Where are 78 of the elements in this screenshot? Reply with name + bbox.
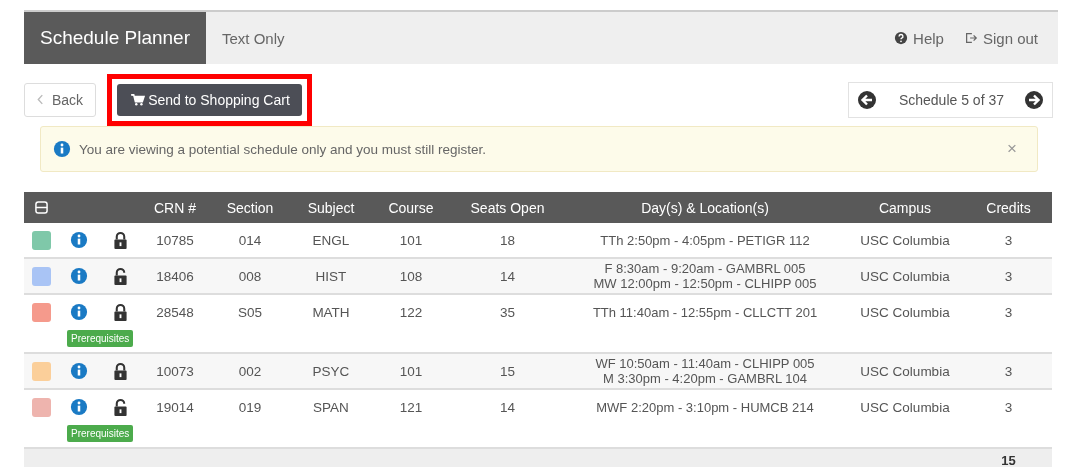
table-cell-text: 3 bbox=[1003, 232, 1014, 248]
meeting-time: TTh 11:40am - 12:55pm - CLLCTT 201 bbox=[592, 304, 818, 320]
close-button[interactable]: × bbox=[999, 139, 1025, 159]
column-header: Subject bbox=[306, 199, 356, 216]
table-cell-text: ENGL bbox=[311, 232, 351, 248]
table-cell-text: 14 bbox=[499, 399, 516, 415]
table-cell-text: 3 bbox=[1003, 399, 1014, 415]
info-icon bbox=[53, 140, 71, 158]
table-cell-text: 101 bbox=[398, 232, 424, 248]
column-header: Day(s) & Location(s) bbox=[640, 199, 770, 216]
lock-icon[interactable] bbox=[112, 302, 128, 322]
table-cell-text: 19014 bbox=[155, 399, 195, 415]
table-cell-text: USC Columbia bbox=[859, 399, 951, 415]
table-cell-text: 008 bbox=[237, 268, 263, 284]
table-cell-text: USC Columbia bbox=[859, 363, 951, 379]
prerequisites-badge[interactable]: Prerequisites bbox=[67, 330, 134, 347]
sign-out-link[interactable]: Sign out bbox=[977, 29, 1058, 47]
table-cell-text: 35 bbox=[499, 304, 516, 320]
meeting-time: M 3:30pm - 4:20pm - GAMBRL 104 bbox=[603, 371, 807, 386]
help-icon bbox=[894, 31, 909, 45]
table-cell-text: 18406 bbox=[155, 268, 195, 284]
table-cell-text: SPAN bbox=[312, 399, 350, 415]
column-header: Section bbox=[225, 199, 275, 216]
column-header: Seats Open bbox=[469, 199, 546, 216]
chevron-left-icon bbox=[37, 94, 44, 105]
meeting-time: WF 10:50am - 11:40am - CLHIPP 005 bbox=[595, 356, 815, 371]
table-cell-text: PSYC bbox=[311, 363, 351, 379]
table-cell-text: 14 bbox=[499, 268, 516, 284]
table-cell-text: 002 bbox=[237, 363, 263, 379]
lock-icon[interactable] bbox=[112, 230, 128, 250]
alert-message: You are viewing a potential schedule only and you must still register. bbox=[79, 141, 486, 157]
unlocked-lock-icon[interactable] bbox=[112, 266, 128, 286]
table-cell-text: MATH bbox=[311, 304, 351, 320]
help-link[interactable]: Help bbox=[908, 29, 964, 47]
table-cell-text: 28548 bbox=[155, 304, 195, 320]
info-icon[interactable] bbox=[70, 267, 88, 285]
table-cell-text: 15 bbox=[499, 363, 516, 379]
table-cell-text: 122 bbox=[398, 304, 424, 320]
unlocked-lock-icon[interactable] bbox=[112, 397, 128, 417]
info-icon[interactable] bbox=[70, 231, 88, 249]
table-cell-text: 019 bbox=[237, 399, 263, 415]
table-cell-text: HIST bbox=[314, 268, 348, 284]
table-cell-text: 3 bbox=[1003, 268, 1014, 284]
table-cell-text: 121 bbox=[398, 399, 424, 415]
back-button[interactable]: Back bbox=[24, 83, 97, 117]
table-cell-text: USC Columbia bbox=[859, 268, 951, 284]
column-header: CRN # bbox=[153, 199, 197, 216]
column-header: Course bbox=[387, 199, 435, 216]
sign-out-icon bbox=[963, 31, 978, 45]
meeting-time: TTh 2:50pm - 4:05pm - PETIGR 112 bbox=[600, 232, 810, 248]
collapse-icon[interactable] bbox=[34, 201, 48, 214]
info-icon[interactable] bbox=[70, 398, 88, 416]
meeting-time: F 8:30am - 9:20am - GAMBRL 005 bbox=[604, 261, 806, 276]
cart-icon bbox=[131, 94, 146, 106]
table-cell-text: 108 bbox=[398, 268, 424, 284]
table-cell-text: 3 bbox=[1003, 363, 1014, 379]
meeting-time: MW 12:00pm - 12:50pm - CLHIPP 005 bbox=[593, 276, 817, 291]
table-cell-text: S05 bbox=[237, 304, 263, 320]
table-cell-text: 10073 bbox=[155, 363, 195, 379]
total-credits: 15 bbox=[1000, 454, 1017, 467]
column-header: Credits bbox=[985, 199, 1032, 216]
table-cell-text: 014 bbox=[237, 232, 263, 248]
info-icon[interactable] bbox=[70, 303, 88, 321]
info-icon[interactable] bbox=[70, 362, 88, 380]
table-cell-text: USC Columbia bbox=[859, 232, 951, 248]
text-only-link[interactable]: Text Only bbox=[206, 29, 301, 47]
send-to-cart-button[interactable]: Send to Shopping Cart bbox=[117, 84, 302, 116]
lock-icon[interactable] bbox=[112, 361, 128, 381]
table-cell-text: USC Columbia bbox=[859, 304, 951, 320]
table-cell-text: 10785 bbox=[155, 232, 195, 248]
table-cell-text: 3 bbox=[1003, 304, 1014, 320]
table-cell-text: 101 bbox=[398, 363, 424, 379]
meeting-time: MWF 2:20pm - 3:10pm - HUMCB 214 bbox=[596, 399, 814, 415]
column-header: Campus bbox=[877, 199, 933, 216]
table-cell-text: 18 bbox=[499, 232, 516, 248]
prerequisites-badge[interactable]: Prerequisites bbox=[67, 425, 134, 442]
schedule-counter: Schedule 5 of 37 bbox=[897, 92, 1005, 108]
app-title[interactable]: Schedule Planner bbox=[24, 12, 206, 64]
